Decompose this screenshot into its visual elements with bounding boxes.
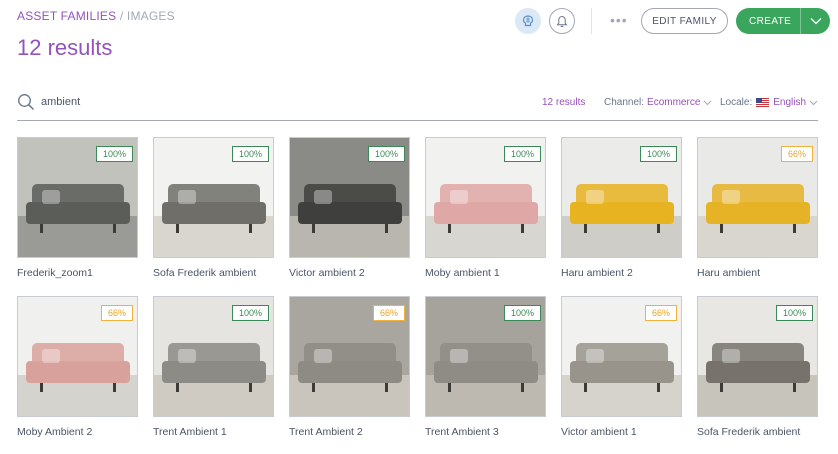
header-divider [591,8,592,34]
locale-filter[interactable]: Locale: English [720,97,818,108]
asset-label: Trent Ambient 1 [153,426,227,438]
create-button-label: CREATE [749,15,792,27]
asset-thumbnail: 66% [289,296,410,417]
asset-thumbnail: 100% [425,296,546,417]
asset-thumbnail: 100% [153,296,274,417]
completeness-badge: 66% [780,146,813,162]
locale-value: English [773,97,807,108]
search-input[interactable] [41,94,341,110]
completeness-badge: 100% [503,146,541,162]
completeness-badge: 100% [231,305,269,321]
completeness-badge: 100% [367,146,405,162]
asset-card[interactable]: 66% Moby Ambient 2 [17,296,138,438]
asset-thumbnail: 66% [17,296,138,417]
asset-thumbnail: 100% [289,137,410,258]
asset-label: Sofa Frederik ambient [697,426,801,438]
brain-icon [522,15,534,27]
us-flag-icon [756,98,770,107]
breadcrumb-separator: / [119,9,124,23]
locale-label: Locale: [720,97,753,108]
breadcrumb: ASSET FAMILIES / IMAGES [17,9,175,23]
asset-card[interactable]: 100% Trent Ambient 3 [425,296,546,438]
search-bar: 12 results Channel: Ecommerce Locale: En… [17,88,818,121]
asset-label: Sofa Frederik ambient [153,267,257,279]
asset-card[interactable]: 100% Sofa Frederik ambient [153,137,274,279]
page-title: 12 results [17,35,113,60]
completeness-badge: 66% [372,305,405,321]
asset-thumbnail: 100% [425,137,546,258]
assistant-button[interactable] [515,8,541,34]
asset-thumbnail: 100% [17,137,138,258]
chevron-down-icon [704,100,712,105]
asset-label: Victor ambient 1 [561,426,637,438]
asset-card[interactable]: 100% Haru ambient 2 [561,137,682,279]
completeness-badge: 100% [639,146,677,162]
asset-label: Frederik_zoom1 [17,267,93,279]
chevron-down-icon [810,18,821,25]
asset-thumbnail: 66% [561,296,682,417]
asset-label: Moby Ambient 2 [17,426,93,438]
asset-card[interactable]: 100% Sofa Frederik ambient [697,296,818,438]
breadcrumb-images: IMAGES [126,9,175,23]
completeness-badge: 100% [231,146,269,162]
completeness-badge: 100% [503,305,541,321]
asset-card[interactable]: 100% Victor ambient 2 [289,137,410,279]
chevron-down-icon [809,100,818,105]
asset-thumbnail: 100% [697,296,818,417]
bell-icon [556,15,568,27]
completeness-badge: 100% [95,146,133,162]
completeness-badge: 100% [775,305,813,321]
completeness-badge: 66% [100,305,133,321]
result-count: 12 results [542,97,586,108]
asset-card[interactable]: 100% Moby ambient 1 [425,137,546,279]
asset-card[interactable]: 100% Trent Ambient 1 [153,296,274,438]
channel-value: Ecommerce [647,97,701,108]
asset-label: Haru ambient [697,267,761,279]
notifications-button[interactable] [549,8,575,34]
create-button[interactable]: CREATE [736,8,830,34]
search-icon [18,94,35,111]
asset-label: Moby ambient 1 [425,267,500,279]
asset-label: Trent Ambient 2 [289,426,363,438]
create-dropdown-toggle[interactable] [800,8,830,34]
channel-label: Channel: [604,97,645,108]
asset-label: Haru ambient 2 [561,267,633,279]
channel-filter[interactable]: Channel: Ecommerce [604,97,712,108]
breadcrumb-asset-families[interactable]: ASSET FAMILIES [17,9,116,23]
asset-card[interactable]: 66% Trent Ambient 2 [289,296,410,438]
asset-card[interactable]: 100% Frederik_zoom1 [17,137,138,279]
asset-label: Trent Ambient 3 [425,426,499,438]
completeness-badge: 66% [644,305,677,321]
asset-card[interactable]: 66% Victor ambient 1 [561,296,682,438]
edit-family-button[interactable]: EDIT FAMILY [641,8,728,34]
asset-thumbnail: 100% [153,137,274,258]
asset-label: Victor ambient 2 [289,267,365,279]
asset-thumbnail: 100% [561,137,682,258]
asset-card[interactable]: 66% Haru ambient [697,137,818,279]
asset-thumbnail: 66% [697,137,818,258]
more-options-button[interactable]: ••• [610,12,628,28]
